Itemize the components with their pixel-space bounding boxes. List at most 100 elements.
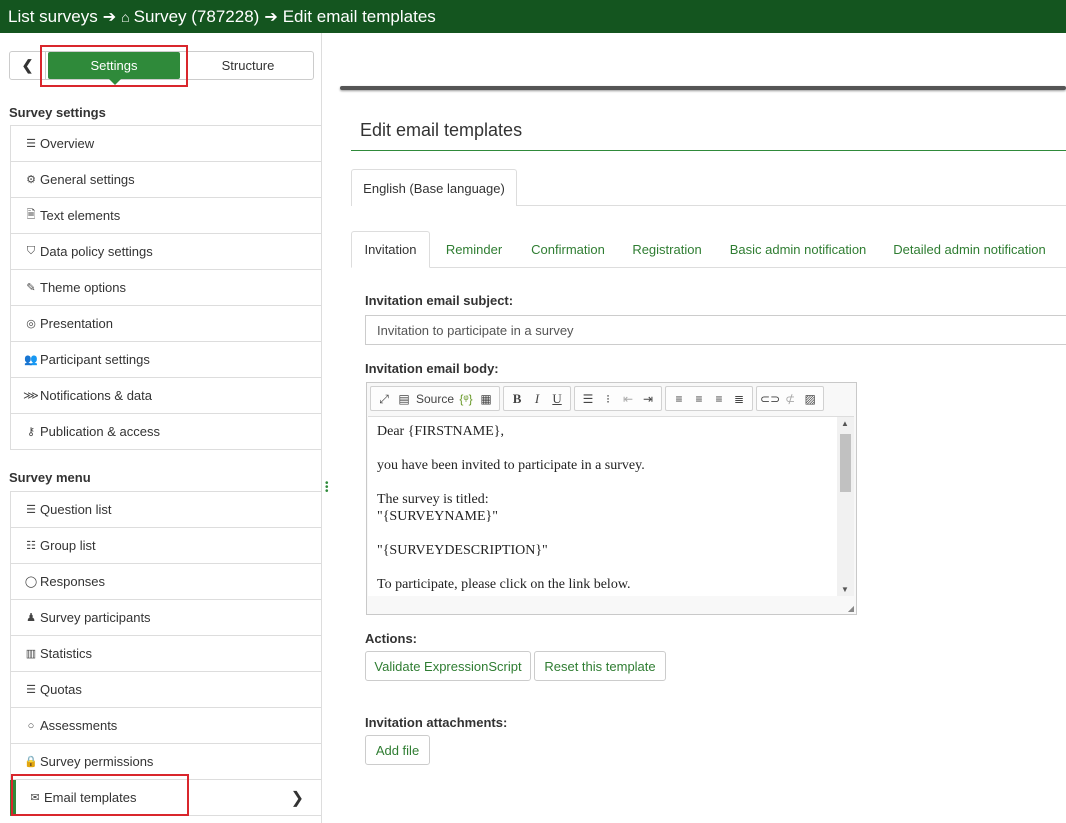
table-grid-icon[interactable]: ▦ <box>476 389 496 409</box>
sidebar-item-overview[interactable]: ☰ Overview <box>10 126 322 162</box>
sidebar-item-label: Participant settings <box>40 352 150 367</box>
unlink-icon[interactable]: ⊄ <box>780 389 800 409</box>
sidebar-item-label: Assessments <box>40 718 118 733</box>
chevron-right-icon: ❯ <box>290 789 304 807</box>
sidebar-item-general-settings[interactable]: ⚙ General settings <box>10 162 322 198</box>
tab-basic-admin-notification[interactable]: Basic admin notification <box>723 231 873 268</box>
link-icon[interactable]: ⊂⊃ <box>760 389 780 409</box>
users-icon: 👥 <box>24 354 38 366</box>
sidebar-item-label: Publication & access <box>40 424 160 439</box>
editor-toolbar: ⤢ ▤ Source {ᵠ} ▦ B I U ☰ ⁝ ⇤ ⇥ ≡ ≡ ≡ ≣ ⊂… <box>370 386 825 412</box>
sidebar-item-theme-options[interactable]: ✎ Theme options <box>10 270 322 306</box>
sidebar-item-publication-access[interactable]: ⚷ Publication & access <box>10 414 322 450</box>
underline-icon[interactable]: U <box>547 389 567 409</box>
body-line <box>377 440 828 457</box>
tab-language-english[interactable]: English (Base language) <box>351 169 517 206</box>
paint-brush-icon: ✎ <box>26 282 36 294</box>
breadcrumb: List surveys ➔ ⌂ Survey (787228) ➔ Edit … <box>0 0 1066 33</box>
align-justify-icon[interactable]: ≣ <box>729 389 749 409</box>
tab-reminder[interactable]: Reminder <box>438 231 510 268</box>
align-center-icon[interactable]: ≡ <box>689 389 709 409</box>
main-content: Edit email templates English (Base langu… <box>333 33 1066 823</box>
align-right-icon[interactable]: ≡ <box>709 389 729 409</box>
sidebar-item-data-policy-settings[interactable]: ⛉ Data policy settings <box>10 234 322 270</box>
survey-menu-title: Survey menu <box>9 470 91 485</box>
actions-label: Actions: <box>365 631 417 646</box>
bulleted-list-icon[interactable]: ⁝ <box>598 389 618 409</box>
sidebar-item-assessments[interactable]: ○ Assessments <box>10 708 322 744</box>
key-icon: ⚷ <box>26 426 36 438</box>
scrollbar-thumb[interactable] <box>840 434 851 492</box>
body-line <box>377 525 828 542</box>
tab-invitation[interactable]: Invitation <box>351 231 430 268</box>
body-label: Invitation email body: <box>365 361 499 376</box>
source-button[interactable]: Source <box>414 389 456 409</box>
maximize-icon[interactable]: ⤢ <box>374 389 394 409</box>
expression-icon[interactable]: {ᵠ} <box>456 389 476 409</box>
sidebar-resize-handle[interactable]: • • • <box>325 479 329 497</box>
survey-settings-list: ☰ Overview ⚙ General settings 🗎 Text elements… <box>10 125 322 450</box>
sidebar-item-label: Data policy settings <box>40 244 153 259</box>
sidebar-item-label: Responses <box>40 574 106 589</box>
sidebar: ❮ Settings Structure Survey settings ☰ Ov… <box>0 33 322 823</box>
arrow-right-icon: ➔ <box>102 8 117 26</box>
source-icon[interactable]: ▤ <box>394 389 414 409</box>
sidebar-item-quotas[interactable]: ☰ Quotas <box>10 672 322 708</box>
editor-content-area[interactable]: Dear {FIRSTNAME}, you have been invited t… <box>368 416 837 596</box>
sidebar-item-label: Question list <box>40 502 112 517</box>
template-type-tabs: Invitation Reminder Confirmation Registr… <box>351 231 1066 268</box>
list-icon: ☰ <box>26 138 36 150</box>
breadcrumb-survey[interactable]: Survey (787228) <box>134 7 260 27</box>
breadcrumb-current: Edit email templates <box>282 6 436 26</box>
add-file-button[interactable]: Add file <box>365 735 430 765</box>
sidebar-item-label: General settings <box>40 172 135 187</box>
subject-label: Invitation email subject: <box>365 293 514 308</box>
resize-grip-icon[interactable]: ◢ <box>848 604 854 613</box>
editor-scrollbar[interactable]: ▲ ▼ <box>837 416 854 596</box>
sidebar-item-question-list[interactable]: ☰ Question list <box>10 492 322 528</box>
validate-expression-button[interactable]: Validate ExpressionScript <box>365 651 531 681</box>
page-title: Edit email templates <box>360 120 523 140</box>
scroll-up-icon[interactable]: ▲ <box>841 419 849 428</box>
toolbar-group-format: B I U <box>503 386 572 411</box>
numbered-list-icon[interactable]: ☰ <box>578 389 598 409</box>
top-divider <box>340 86 1066 90</box>
list-icon: ☰ <box>26 504 36 516</box>
scroll-down-icon[interactable]: ▼ <box>841 585 849 594</box>
sidebar-item-notifications-data[interactable]: ⋙ Notifications & data <box>10 378 322 414</box>
subject-input[interactable]: Invitation to participate in a survey <box>365 315 1066 345</box>
comment-o-icon: ○ <box>27 719 35 732</box>
toolbar-group-insert: ⊂⊃ ⊄ ▨ <box>756 386 825 411</box>
user-icon: ♟ <box>26 612 36 624</box>
tab-confirmation[interactable]: Confirmation <box>523 231 613 268</box>
bold-icon[interactable]: B <box>507 389 527 409</box>
image-icon[interactable]: ▨ <box>800 389 820 409</box>
sidebar-item-responses[interactable]: ◯ Responses <box>10 564 322 600</box>
tab-detailed-admin-notification[interactable]: Detailed admin notification <box>887 231 1052 268</box>
sidebar-item-text-elements[interactable]: 🗎 Text elements <box>10 198 322 234</box>
tab-structure[interactable]: Structure <box>184 52 312 79</box>
sidebar-item-participant-settings[interactable]: 👥 Participant settings <box>10 342 322 378</box>
body-line: "{SURVEYNAME}" <box>377 509 498 524</box>
file-text-icon: 🗎 <box>26 209 36 221</box>
align-left-icon[interactable]: ≡ <box>669 389 689 409</box>
sidebar-item-group-list[interactable]: ☷ Group list <box>10 528 322 564</box>
sidebar-item-statistics[interactable]: ▥ Statistics <box>10 636 322 672</box>
sidebar-item-label: Group list <box>40 538 96 553</box>
indent-icon[interactable]: ⇥ <box>638 389 658 409</box>
sidebar-item-survey-participants[interactable]: ♟ Survey participants <box>10 600 322 636</box>
sidebar-item-label: Survey permissions <box>40 754 154 769</box>
toolbar-group-document: ⤢ ▤ Source {ᵠ} ▦ <box>370 386 501 411</box>
email-templates-highlight-box <box>11 774 189 816</box>
comment-icon: ◯ <box>24 576 38 588</box>
reset-template-button[interactable]: Reset this template <box>534 651 666 681</box>
body-line: The survey is titled: <box>377 492 489 507</box>
breadcrumb-list-surveys[interactable]: List surveys <box>8 7 98 27</box>
tab-registration[interactable]: Registration <box>625 231 709 268</box>
body-line: "{SURVEYDESCRIPTION}" <box>377 543 548 558</box>
lock-icon: 🔒 <box>24 756 38 768</box>
home-icon: ⌂ <box>121 8 130 25</box>
sidebar-item-presentation[interactable]: ◎ Presentation <box>10 306 322 342</box>
italic-icon[interactable]: I <box>527 389 547 409</box>
outdent-icon[interactable]: ⇤ <box>618 389 638 409</box>
